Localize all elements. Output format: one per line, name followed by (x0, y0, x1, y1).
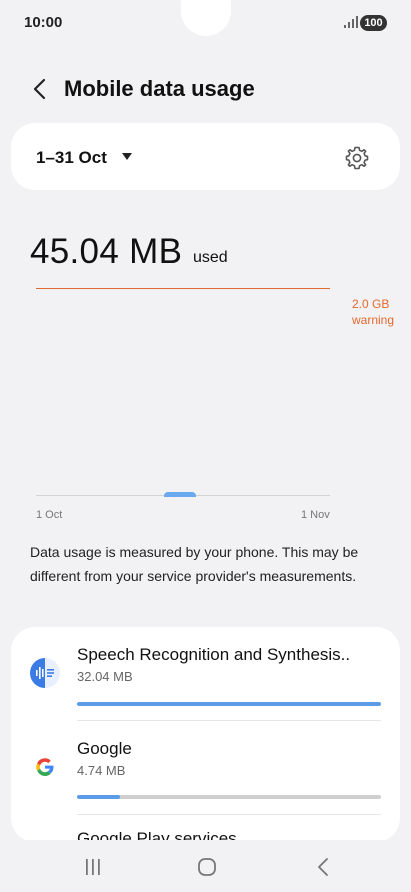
app-usage-bar (77, 702, 381, 706)
chevron-left-icon (33, 78, 46, 100)
app-usage-bar-fill (77, 795, 120, 799)
home-button[interactable] (192, 854, 222, 880)
list-item-speech-recognition[interactable]: Speech Recognition and Synthesis.. 32.04… (11, 627, 400, 720)
camera-notch (181, 0, 231, 36)
app-usage-list: Speech Recognition and Synthesis.. 32.04… (11, 627, 400, 842)
speech-recognition-icon (30, 658, 60, 688)
signal-icon (344, 16, 358, 28)
caret-down-icon[interactable] (122, 153, 132, 161)
settings-button[interactable] (342, 143, 372, 173)
app-size: 32.04 MB (77, 669, 133, 684)
back-button[interactable] (26, 74, 52, 104)
app-name: Google (77, 739, 132, 758)
app-size: 4.74 MB (77, 763, 126, 778)
battery-badge: 100 (360, 15, 387, 31)
home-icon (198, 858, 216, 876)
warning-text: warning (352, 313, 395, 327)
gear-icon (345, 146, 369, 170)
warning-value: 2.0 GB (352, 297, 390, 311)
back-icon (318, 858, 328, 876)
status-time: 10:00 (24, 14, 63, 31)
app-usage-bar-fill (77, 702, 381, 706)
warning-label: 2.0 GB warning (352, 296, 394, 328)
recent-apps-icon (86, 859, 100, 875)
google-icon (30, 752, 60, 782)
measurement-info-text: Data usage is measured by your phone. Th… (30, 544, 359, 584)
list-item-google-play-services[interactable]: Google Play services (11, 815, 400, 842)
navigation-bar (0, 840, 411, 892)
recent-apps-button[interactable] (78, 854, 108, 880)
date-range-dropdown[interactable]: 1–31 Oct (36, 148, 107, 168)
usage-chart: 2.0 GB warning 1 Oct 1 Nov (0, 280, 411, 530)
list-item-google[interactable]: Google 4.74 MB (11, 721, 400, 814)
period-selector-card: 1–31 Oct (11, 123, 400, 190)
usage-unit: used (193, 249, 228, 266)
x-axis-start-label: 1 Oct (36, 509, 63, 521)
warning-threshold-line (36, 288, 330, 289)
usage-area (164, 492, 196, 497)
x-axis-end-label: 1 Nov (301, 509, 330, 521)
app-name: Speech Recognition and Synthesis.. (77, 645, 351, 664)
app-usage-bar (77, 795, 381, 799)
usage-amount: 45.04 MB (30, 232, 183, 271)
nav-back-button[interactable] (308, 854, 338, 880)
screen: 10:00 100 Mobile data usage 1–31 Oct 45.… (0, 0, 411, 892)
status-bar: 10:00 100 (0, 0, 411, 46)
page-title: Mobile data usage (64, 76, 255, 101)
